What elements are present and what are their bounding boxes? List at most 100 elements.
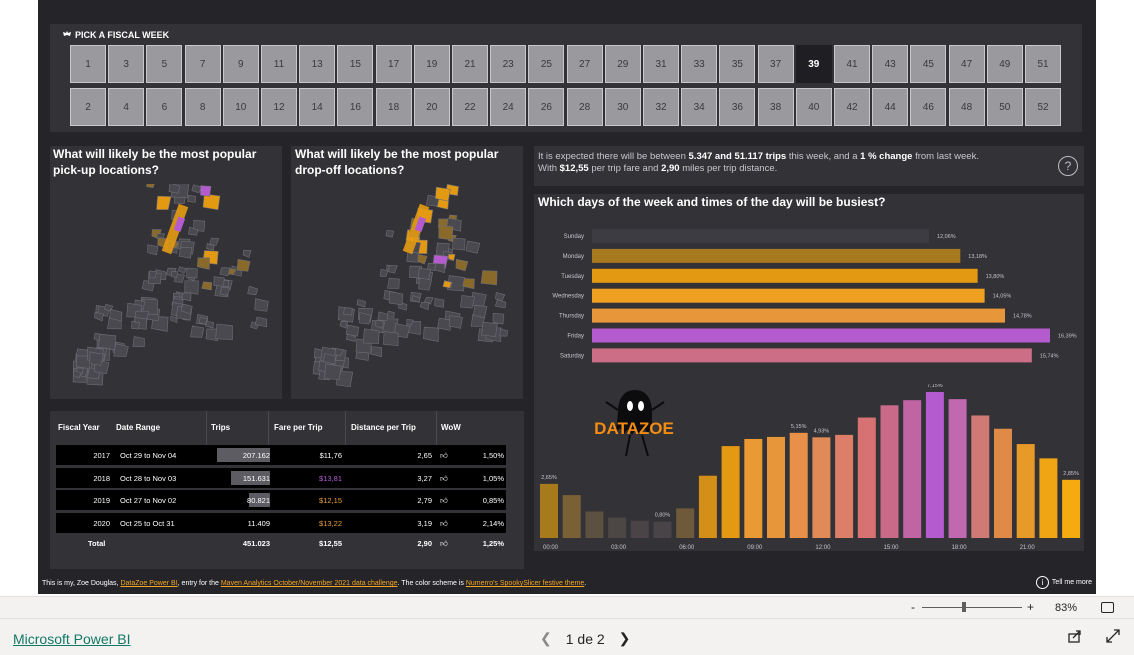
week-tile-26[interactable]: 26 <box>528 88 565 126</box>
hour-bar[interactable] <box>744 438 763 538</box>
day-bar[interactable] <box>592 229 930 243</box>
week-tile-33[interactable]: 33 <box>681 45 718 83</box>
zoom-in-button[interactable]: + <box>1027 600 1034 614</box>
week-tile-31[interactable]: 31 <box>643 45 679 83</box>
hour-bar[interactable] <box>676 508 695 538</box>
week-tile-2[interactable]: 2 <box>70 88 106 126</box>
week-tile-45[interactable]: 45 <box>910 45 947 83</box>
hour-bar[interactable] <box>948 399 967 538</box>
week-tile-43[interactable]: 43 <box>872 45 909 83</box>
day-bar[interactable] <box>592 248 961 263</box>
week-tile-30[interactable]: 30 <box>604 88 641 126</box>
hour-bar[interactable] <box>608 517 627 538</box>
datazoe-link[interactable]: DataZoe Power BI <box>120 580 177 587</box>
week-tile-10[interactable]: 10 <box>222 88 259 126</box>
next-page-icon[interactable]: ❯ <box>619 630 631 647</box>
week-tile-48[interactable]: 48 <box>948 88 985 126</box>
week-tile-50[interactable]: 50 <box>986 88 1023 126</box>
week-tile-8[interactable]: 8 <box>184 88 221 126</box>
hour-bar[interactable] <box>653 521 672 538</box>
day-bar[interactable] <box>592 348 1032 363</box>
zoom-out-button[interactable]: - <box>911 600 915 614</box>
col-fiscal-year[interactable]: Fiscal Year <box>58 423 100 432</box>
share-icon[interactable] <box>1068 629 1082 648</box>
week-tile-37[interactable]: 37 <box>757 45 794 83</box>
week-tile-25[interactable]: 25 <box>528 45 565 83</box>
pickup-map[interactable] <box>50 184 282 394</box>
table-row[interactable]: 2017 Oct 29 to Nov 04 207.162 $11,76 2,65 👍︎ 1… <box>56 445 506 465</box>
hour-bar[interactable] <box>630 520 649 538</box>
week-tile-32[interactable]: 32 <box>643 88 679 126</box>
week-tile-5[interactable]: 5 <box>146 45 183 83</box>
hour-bar[interactable] <box>925 392 944 538</box>
week-tile-1[interactable]: 1 <box>70 45 106 83</box>
prev-page-icon[interactable]: ❮ <box>540 630 552 647</box>
col-fare[interactable]: Fare per Trip <box>274 423 322 432</box>
hour-bar[interactable] <box>1016 444 1035 538</box>
hour-bar[interactable] <box>835 434 854 538</box>
week-tile-6[interactable]: 6 <box>146 88 183 126</box>
hour-bar[interactable] <box>971 415 990 538</box>
help-icon[interactable]: ? <box>1058 156 1078 176</box>
week-tile-23[interactable]: 23 <box>490 45 527 83</box>
week-tile-17[interactable]: 17 <box>375 45 412 83</box>
week-tile-38[interactable]: 38 <box>757 88 794 126</box>
hour-bar[interactable] <box>812 437 831 538</box>
table-row[interactable]: 2020 Oct 25 to Oct 31 11.409 $13,22 3,19 👍︎ 2,… <box>56 512 506 533</box>
week-tile-42[interactable]: 42 <box>834 88 870 126</box>
week-tile-28[interactable]: 28 <box>566 88 603 126</box>
weekday-bar-chart[interactable]: Sunday 12,06% Monday 13,18% Tuesday 13,80% Wed… <box>534 224 1084 369</box>
hour-bar[interactable] <box>585 511 604 538</box>
week-tile-20[interactable]: 20 <box>413 88 450 126</box>
table-row[interactable]: 2018 Oct 28 to Nov 03 151.631 $13,81 3,27 👍︎ 1… <box>56 467 506 488</box>
week-tile-14[interactable]: 14 <box>299 88 336 126</box>
hour-bar[interactable] <box>789 432 808 538</box>
week-tile-9[interactable]: 9 <box>222 45 259 83</box>
col-date-range[interactable]: Date Range <box>116 423 160 432</box>
day-bar[interactable] <box>592 328 1050 343</box>
week-tile-44[interactable]: 44 <box>872 88 909 126</box>
week-tile-27[interactable]: 27 <box>566 45 603 83</box>
hour-bar[interactable] <box>767 436 785 538</box>
week-tile-35[interactable]: 35 <box>719 45 756 83</box>
week-tile-40[interactable]: 40 <box>795 88 832 126</box>
week-tile-29[interactable]: 29 <box>604 45 641 83</box>
week-tile-7[interactable]: 7 <box>184 45 221 83</box>
hour-bar[interactable] <box>540 483 558 538</box>
week-tile-39[interactable]: 39 <box>795 45 832 83</box>
hour-bar[interactable] <box>857 417 876 538</box>
col-distance[interactable]: Distance per Trip <box>351 423 416 432</box>
dropoff-map[interactable] <box>291 184 523 394</box>
week-tile-24[interactable]: 24 <box>490 88 527 126</box>
hour-bar[interactable] <box>698 475 717 538</box>
week-tile-12[interactable]: 12 <box>261 88 297 126</box>
week-tile-22[interactable]: 22 <box>452 88 488 126</box>
numerro-theme-link[interactable]: Numerro's SpookySlicer festive theme <box>466 580 584 587</box>
week-tile-47[interactable]: 47 <box>948 45 985 83</box>
col-trips[interactable]: Trips <box>211 423 230 432</box>
zoom-slider[interactable] <box>922 602 1022 612</box>
hourly-bar-chart[interactable]: 2,65% 0,80% 5,15% 4,93% 7,15% 2,85% 00:00 03:00… <box>534 384 1084 562</box>
fit-to-page-icon[interactable] <box>1101 602 1114 613</box>
week-tile-19[interactable]: 19 <box>413 45 450 83</box>
week-tile-4[interactable]: 4 <box>108 88 145 126</box>
day-bar[interactable] <box>592 308 1006 323</box>
day-bar[interactable] <box>592 268 978 283</box>
power-bi-brand-link[interactable]: Microsoft Power BI <box>13 631 130 647</box>
week-tile-18[interactable]: 18 <box>375 88 412 126</box>
week-tile-3[interactable]: 3 <box>108 45 145 83</box>
week-tile-41[interactable]: 41 <box>834 45 870 83</box>
day-bar[interactable] <box>592 288 985 303</box>
tell-me-more-button[interactable]: i Tell me more <box>1035 576 1092 589</box>
hour-bar[interactable] <box>994 428 1012 538</box>
hour-bar[interactable] <box>562 495 581 538</box>
hour-bar[interactable] <box>903 400 922 538</box>
week-tile-34[interactable]: 34 <box>681 88 718 126</box>
fullscreen-icon[interactable] <box>1106 629 1120 648</box>
week-tile-15[interactable]: 15 <box>337 45 374 83</box>
week-tile-52[interactable]: 52 <box>1025 88 1061 126</box>
week-tile-13[interactable]: 13 <box>299 45 336 83</box>
week-tile-11[interactable]: 11 <box>261 45 297 83</box>
week-tile-51[interactable]: 51 <box>1025 45 1061 83</box>
hour-bar[interactable] <box>1062 479 1081 538</box>
